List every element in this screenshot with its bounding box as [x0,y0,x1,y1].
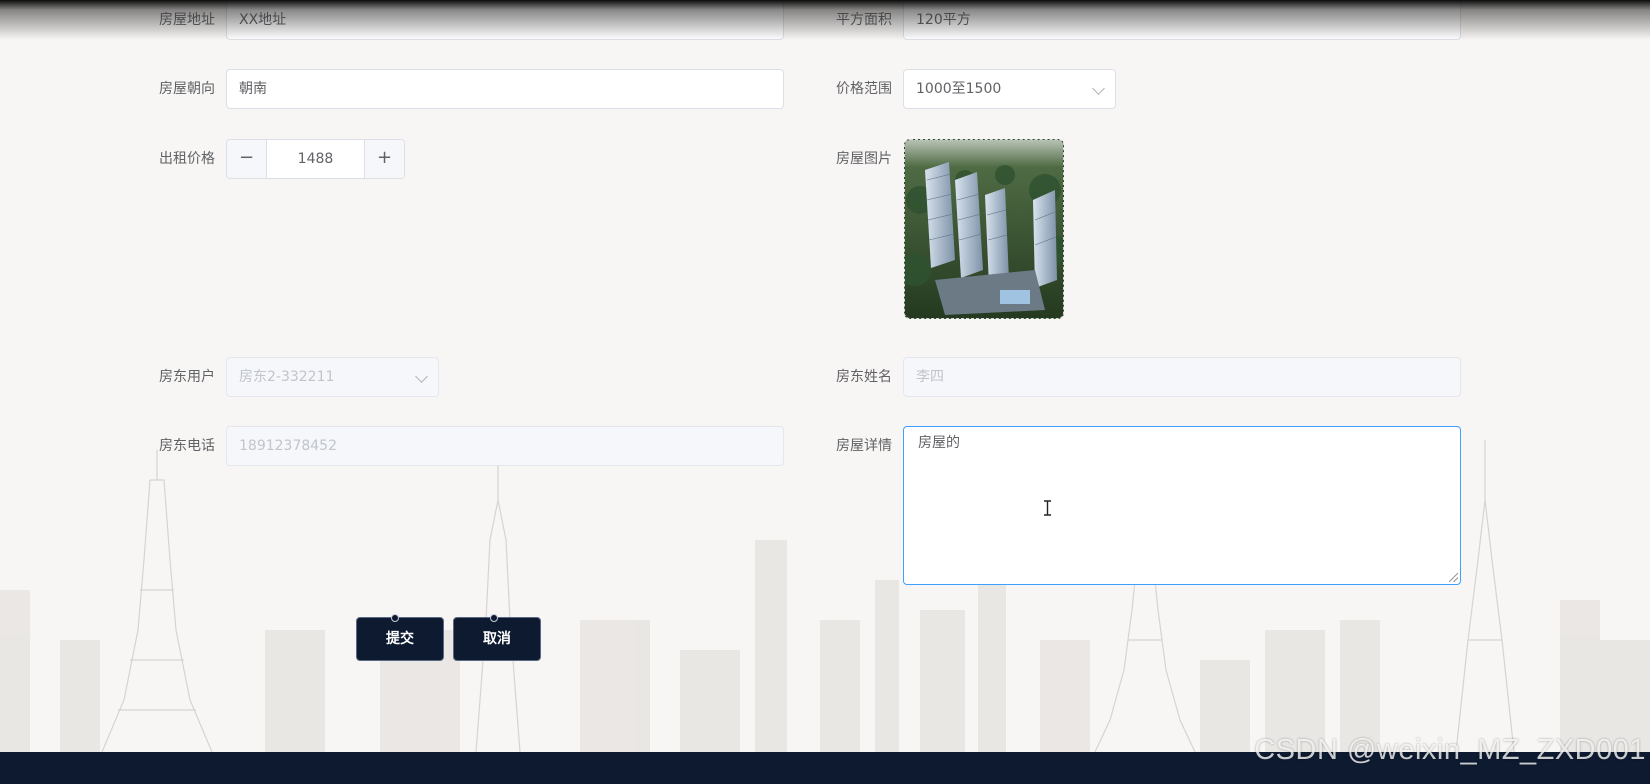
house-detail-text: 房屋的 [918,435,960,451]
rent-price-stepper: − 1488 + [226,139,405,179]
price-range-select[interactable]: 1000至1500 [903,69,1116,109]
chevron-down-icon [415,370,428,383]
landlord-name-input[interactable]: 李四 [903,357,1461,397]
landlord-user-value: 房东2-332211 [239,369,335,385]
area-label: 平方面积 [836,12,892,28]
orientation-label: 房屋朝向 [159,81,215,97]
button-ring-decoration [490,614,498,622]
landlord-user-select[interactable]: 房东2-332211 [226,357,439,397]
address-label: 房屋地址 [159,12,215,28]
price-range-label: 价格范围 [836,81,892,97]
house-image-label: 房屋图片 [836,151,892,167]
chevron-down-icon [1092,82,1105,95]
landlord-user-label: 房东用户 [159,369,215,385]
resize-grip-icon[interactable] [1449,573,1458,582]
price-range-value: 1000至1500 [916,81,1002,97]
minus-icon[interactable]: − [227,140,267,178]
house-detail-textarea[interactable]: 房屋的 [903,426,1461,585]
house-edit-form: 房屋地址 XX地址 平方面积 120平方 房屋朝向 朝南 价格范围 1000至1… [0,0,1650,752]
watermark-text: CSDN @weixin_MZ_ZXD001 [1254,734,1646,766]
plus-icon[interactable]: + [364,140,404,178]
button-ring-decoration [391,614,399,622]
rent-price-input[interactable]: 1488 [267,140,364,178]
submit-label: 提交 [386,631,414,647]
area-input[interactable]: 120平方 [903,0,1461,40]
text-cursor-icon [1044,500,1051,516]
orientation-input[interactable]: 朝南 [226,69,784,109]
house-detail-label: 房屋详情 [836,438,892,454]
submit-button[interactable]: 提交 [356,614,444,661]
cancel-button[interactable]: 取消 [453,614,541,661]
cancel-label: 取消 [483,631,511,647]
landlord-phone-label: 房东电话 [159,438,215,454]
landlord-name-label: 房东姓名 [836,369,892,385]
landlord-phone-input[interactable]: 18912378452 [226,426,784,466]
rent-price-label: 出租价格 [159,151,215,167]
house-image-thumbnail[interactable] [904,139,1064,319]
address-input[interactable]: XX地址 [226,0,784,40]
building-photo [905,140,1063,318]
